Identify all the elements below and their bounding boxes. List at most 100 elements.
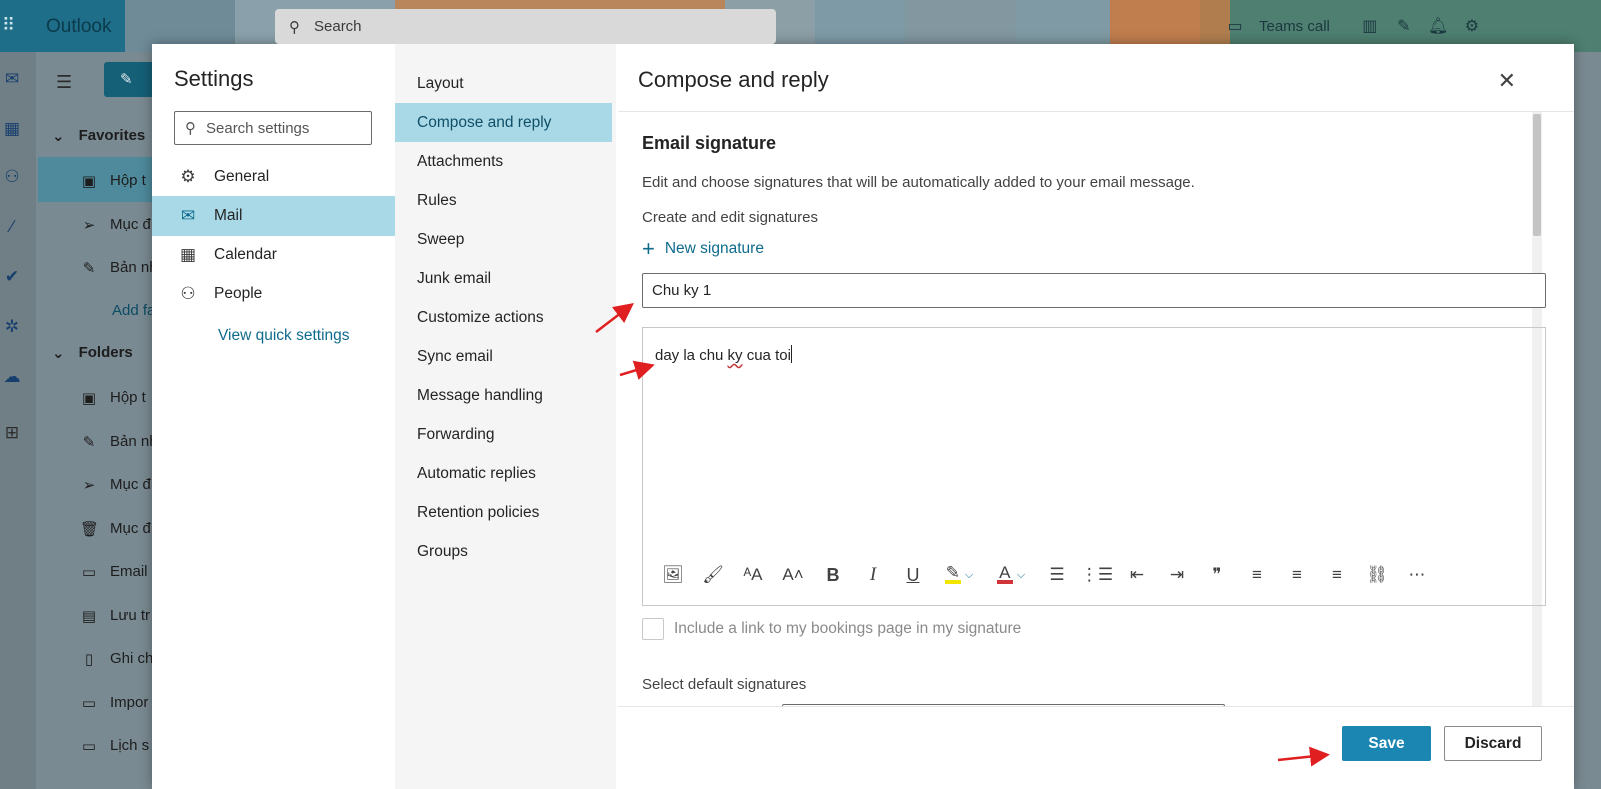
section-customize-actions[interactable]: Customize actions [395, 298, 612, 337]
folder-archive[interactable]: ▤ Lưu tr [80, 607, 150, 625]
format-painter-icon[interactable]: 🖌︎ [693, 560, 733, 590]
folder-notes[interactable]: ▯ Ghi ch [80, 650, 154, 668]
new-mail-button[interactable]: ✎ [104, 62, 156, 97]
folder-history[interactable]: ▭ Lịch s [80, 737, 149, 755]
compose-icon: ✎ [120, 71, 133, 88]
italic-icon[interactable]: I [853, 560, 893, 590]
paperclip-icon[interactable]: ∕ [1, 216, 23, 238]
top-right-actions: ▭ Teams call ▥ ✎ 🔔︎ ⚙ [1225, 0, 1482, 52]
section-junk-email[interactable]: Junk email [395, 259, 612, 298]
folder-label: Bản nh [110, 433, 158, 450]
decrease-indent-icon[interactable]: ⇤ [1117, 560, 1157, 590]
numbering-icon[interactable]: ⋮☰ [1077, 560, 1117, 590]
hamburger-icon[interactable]: ☰ [56, 72, 72, 93]
global-search-placeholder: Search [314, 18, 362, 35]
gear-icon[interactable]: ⚙ [1462, 16, 1482, 36]
teams-call-button[interactable]: ▭ Teams call [1225, 16, 1330, 36]
bookings-checkbox[interactable] [642, 618, 664, 640]
font-color-icon[interactable]: A ⌵ [985, 560, 1037, 590]
signature-body-text[interactable]: day la chu ky cua toi [655, 345, 792, 364]
font-size-icon[interactable]: A˄ [773, 560, 813, 590]
category-mail[interactable]: ✉ Mail [152, 196, 395, 236]
new-signature-label: New signature [664, 240, 764, 257]
people-icon[interactable]: ⚇ [1, 166, 23, 188]
signature-name-input[interactable] [642, 273, 1546, 308]
section-message-handling[interactable]: Message handling [395, 376, 612, 415]
section-automatic-replies[interactable]: Automatic replies [395, 454, 612, 493]
folder-sent[interactable]: ➢ Mục đ [80, 476, 151, 494]
section-rules[interactable]: Rules [395, 181, 612, 220]
link-icon[interactable]: ⛓︎ [1357, 560, 1397, 590]
section-sync-email[interactable]: Sync email [395, 337, 612, 376]
folder-inbox[interactable]: ▣ Hộp t [80, 389, 146, 407]
chevron-down-icon: ⌵ [964, 568, 974, 581]
align-left-icon[interactable]: ≡ [1237, 560, 1277, 590]
folders-header[interactable]: ⌄ Folders [52, 344, 133, 362]
increase-indent-icon[interactable]: ⇥ [1157, 560, 1197, 590]
folder-import[interactable]: ▭ Impor [80, 694, 148, 712]
section-layout[interactable]: Layout [395, 64, 612, 103]
people-icon: ⚇ [180, 284, 196, 303]
office-icon[interactable]: ▥ [1360, 16, 1380, 36]
folder-label: Impor [110, 694, 149, 711]
global-search-box[interactable]: ⚲ Search [275, 9, 776, 44]
dialog-footer: Save Discard [618, 706, 1574, 789]
chevron-down-icon: ⌄ [52, 128, 65, 145]
calendar-icon[interactable]: ▦ [1, 118, 23, 140]
apps-icon[interactable]: ⊞ [1, 422, 23, 444]
settings-category-nav: Settings ⚲ ⚙ General ✉ Mail ▦ Calendar ⚇… [152, 44, 395, 789]
view-quick-settings-link[interactable]: View quick settings [218, 327, 350, 345]
gear-icon: ⚙ [180, 167, 196, 186]
feedback-icon[interactable]: ✎ [1394, 16, 1414, 36]
category-people[interactable]: ⚇ People [152, 274, 395, 314]
mail-icon: ✉ [180, 206, 196, 225]
close-icon[interactable]: ✕ [1498, 68, 1516, 94]
app-launcher-icon[interactable]: ⠿ [2, 14, 22, 36]
select-default-signatures-label: Select default signatures [642, 676, 807, 693]
favorite-drafts[interactable]: ✎ Bản nh [80, 259, 158, 277]
insert-picture-icon[interactable]: 🖼︎ [653, 560, 693, 590]
settings-search-box[interactable]: ⚲ [174, 111, 372, 145]
category-calendar[interactable]: ▦ Calendar [152, 235, 395, 275]
section-compose-and-reply[interactable]: Compose and reply [395, 103, 612, 142]
favorite-inbox[interactable]: ▣ Hộp t [80, 172, 146, 190]
yammer-icon[interactable]: ✲ [1, 316, 23, 338]
underline-icon[interactable]: U [893, 560, 933, 590]
category-label: People [214, 285, 263, 302]
bold-icon[interactable]: B [813, 560, 853, 590]
section-sweep[interactable]: Sweep [395, 220, 612, 259]
onedrive-icon[interactable]: ☁ [1, 366, 23, 388]
settings-search-input[interactable] [206, 119, 356, 137]
section-retention-policies[interactable]: Retention policies [395, 493, 612, 532]
search-icon: ⚲ [185, 120, 196, 137]
new-signature-button[interactable]: + New signature [642, 238, 764, 260]
section-forwarding[interactable]: Forwarding [395, 415, 612, 454]
save-button[interactable]: Save [1342, 726, 1431, 761]
more-options-icon[interactable]: ⋯ [1397, 560, 1437, 590]
folder-deleted[interactable]: 🗑︎ Mục đ [80, 520, 151, 538]
folder-label: Ghi ch [110, 650, 154, 667]
discard-button[interactable]: Discard [1444, 726, 1542, 761]
scrollbar-thumb[interactable] [1533, 114, 1541, 236]
highlight-icon[interactable]: ✎ ⌵ [933, 560, 985, 590]
bell-icon[interactable]: 🔔︎ [1428, 16, 1448, 36]
send-icon: ➢ [82, 217, 96, 234]
mail-icon[interactable]: ✉ [1, 68, 23, 90]
category-general[interactable]: ⚙ General [152, 157, 395, 197]
add-favorite-link[interactable]: Add fa [112, 302, 155, 319]
signature-editor[interactable]: day la chu ky cua toi 🖼︎ 🖌︎ ᴬA A˄ B I U … [642, 327, 1546, 606]
bookings-link-option[interactable]: Include a link to my bookings page in my… [642, 618, 1021, 640]
todo-icon[interactable]: ✔ [1, 266, 23, 288]
favorites-header[interactable]: ⌄ Favorites [52, 127, 145, 145]
quote-icon[interactable]: ❞ [1197, 560, 1237, 590]
folder-junk[interactable]: ▭ Email [80, 563, 148, 581]
favorite-sent[interactable]: ➢ Mục đ [80, 216, 151, 234]
section-groups[interactable]: Groups [395, 532, 612, 571]
bullets-icon[interactable]: ☰ [1037, 560, 1077, 590]
font-icon[interactable]: ᴬA [733, 560, 773, 590]
teams-call-label: Teams call [1259, 17, 1330, 35]
align-right-icon[interactable]: ≡ [1317, 560, 1357, 590]
section-attachments[interactable]: Attachments [395, 142, 612, 181]
align-center-icon[interactable]: ≡ [1277, 560, 1317, 590]
folder-drafts[interactable]: ✎ Bản nh [80, 433, 158, 451]
